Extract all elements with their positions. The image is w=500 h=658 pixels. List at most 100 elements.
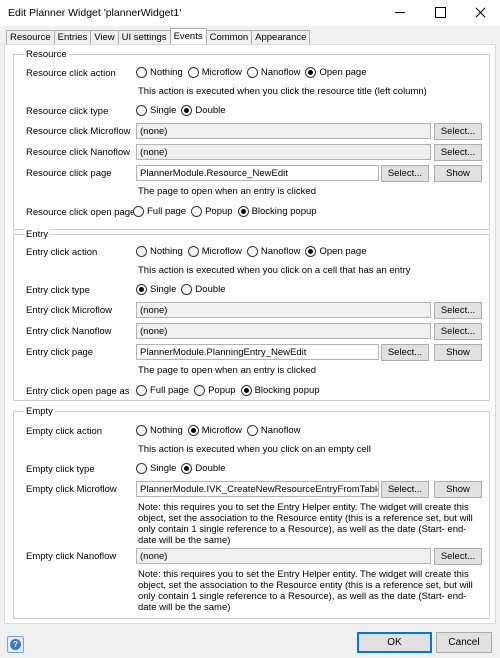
radio-circle-icon [136,105,147,116]
radio-microflow[interactable]: Microflow [187,67,242,78]
entry-page-field[interactable]: PlannerModule.PlanningEntry_NewEdit [136,344,379,360]
entry-page-help: The page to open when an entry is clicke… [138,365,316,376]
radio-blocking-popup[interactable]: Blocking popup [237,206,317,217]
cancel-button[interactable]: Cancel [436,632,492,653]
radio-circle-icon [136,463,147,474]
radio-circle-icon [136,425,147,436]
resource-microflow-field[interactable]: (none) [136,123,431,139]
radio-circle-icon [194,385,206,396]
empty-click-type-label: Empty click type [26,464,95,475]
radio-circle-icon [133,206,144,217]
radio-double[interactable]: Double [181,284,226,295]
radio-single[interactable]: Single [136,463,176,474]
empty-nanoflow-field[interactable]: (none) [136,548,431,564]
help-button[interactable]: ? [7,636,24,653]
tab-common[interactable]: Common [205,30,253,44]
empty-nanoflow-note: Note: this requires you to set the Entry… [138,569,473,613]
empty-click-action-label: Empty click action [26,426,103,437]
resource-click-type-options: Single Double [136,105,231,116]
group-title: Entry [24,229,51,240]
tab-events[interactable]: Events [169,28,207,44]
radio-popup[interactable]: Popup [194,385,236,396]
radio-double[interactable]: Double [181,105,226,116]
entry-open-page-as-label: Entry click open page as [26,386,130,397]
radio-selected-icon [237,206,249,217]
radio-selected-icon [187,425,199,436]
radio-nanoflow[interactable]: Nanoflow [246,425,300,436]
tab-resource[interactable]: Resource [6,30,55,44]
empty-nanoflow-select-button[interactable]: Select... [434,548,482,565]
radio-microflow[interactable]: Microflow [187,425,242,436]
radio-double[interactable]: Double [181,463,226,474]
tab-bar: Resource Entries View UI settings Events… [6,28,311,44]
entry-nanoflow-field[interactable]: (none) [136,323,431,339]
radio-circle-icon [136,385,147,396]
resource-click-action-label: Resource click action [26,68,116,79]
events-panel: Resource Resource click action Nothing M… [4,44,496,624]
entry-nanoflow-label: Entry click Nanoflow [26,326,112,337]
empty-click-action-help: This action is executed when you click o… [138,444,371,455]
empty-microflow-select-button[interactable]: Select... [381,481,429,498]
radio-selected-icon [240,385,252,396]
radio-nanoflow[interactable]: Nanoflow [246,246,300,257]
tab-appearance[interactable]: Appearance [251,30,311,44]
entry-page-show-button[interactable]: Show [434,344,482,361]
entry-click-type-label: Entry click type [26,285,90,296]
entry-nanoflow-select-button[interactable]: Select... [434,323,482,340]
radio-popup[interactable]: Popup [191,206,233,217]
empty-click-type-options: Single Double [136,463,231,474]
resource-page-field[interactable]: PlannerModule.Resource_NewEdit [136,165,379,181]
entry-page-select-button[interactable]: Select... [381,344,429,361]
radio-selected-icon [181,105,193,116]
resource-page-show-button[interactable]: Show [434,165,482,182]
close-icon[interactable] [460,0,500,26]
radio-open-page[interactable]: Open page [305,246,367,257]
radio-circle-icon [181,284,193,295]
radio-nothing[interactable]: Nothing [136,67,183,78]
radio-selected-icon [305,246,317,257]
resource-group: Resource [13,49,490,230]
help-icon: ? [10,639,21,650]
radio-microflow[interactable]: Microflow [187,246,242,257]
entry-microflow-label: Entry click Microflow [26,305,113,316]
radio-full-page[interactable]: Full page [133,206,186,217]
entry-click-action-options: Nothing Microflow Nanoflow Open page [136,246,372,257]
tab-ui-settings[interactable]: UI settings [117,30,171,44]
entry-microflow-select-button[interactable]: Select... [434,302,482,319]
resource-nanoflow-select-button[interactable]: Select... [434,144,482,161]
empty-microflow-note: Note: this requires you to set the Entry… [138,502,473,546]
empty-microflow-field[interactable]: PlannerModule.IVK_CreateNewResourceEntry… [136,481,379,497]
entry-click-action-label: Entry click action [26,247,98,258]
minimize-icon[interactable] [380,0,420,26]
radio-full-page[interactable]: Full page [136,385,189,396]
ok-button[interactable]: OK [357,632,432,653]
radio-circle-icon [246,246,258,257]
radio-nanoflow[interactable]: Nanoflow [246,67,300,78]
radio-blocking-popup[interactable]: Blocking popup [240,385,320,396]
tab-view[interactable]: View [90,30,119,44]
tab-entries[interactable]: Entries [53,30,92,44]
radio-single[interactable]: Single [136,284,176,295]
empty-microflow-show-button[interactable]: Show [434,481,482,498]
radio-nothing[interactable]: Nothing [136,425,183,436]
radio-nothing[interactable]: Nothing [136,246,183,257]
maximize-icon[interactable] [420,0,460,26]
group-title: Resource [24,49,69,60]
radio-selected-icon [181,463,193,474]
resource-microflow-select-button[interactable]: Select... [434,123,482,140]
radio-open-page[interactable]: Open page [305,67,367,78]
radio-circle-icon [187,67,199,78]
resource-nanoflow-field[interactable]: (none) [136,144,431,160]
resource-page-label: Resource click page [26,168,112,179]
resource-nanoflow-label: Resource click Nanoflow [26,147,131,158]
entry-microflow-field[interactable]: (none) [136,302,431,318]
radio-circle-icon [246,67,258,78]
radio-selected-icon [305,67,317,78]
empty-microflow-label: Empty click Microflow [26,484,117,495]
resource-microflow-label: Resource click Microflow [26,126,131,137]
radio-selected-icon [136,284,147,295]
resource-page-select-button[interactable]: Select... [381,165,429,182]
title-bar: Edit Planner Widget 'plannerWidget1' [0,0,500,26]
empty-click-action-options: Nothing Microflow Nanoflow [136,425,305,436]
radio-single[interactable]: Single [136,105,176,116]
